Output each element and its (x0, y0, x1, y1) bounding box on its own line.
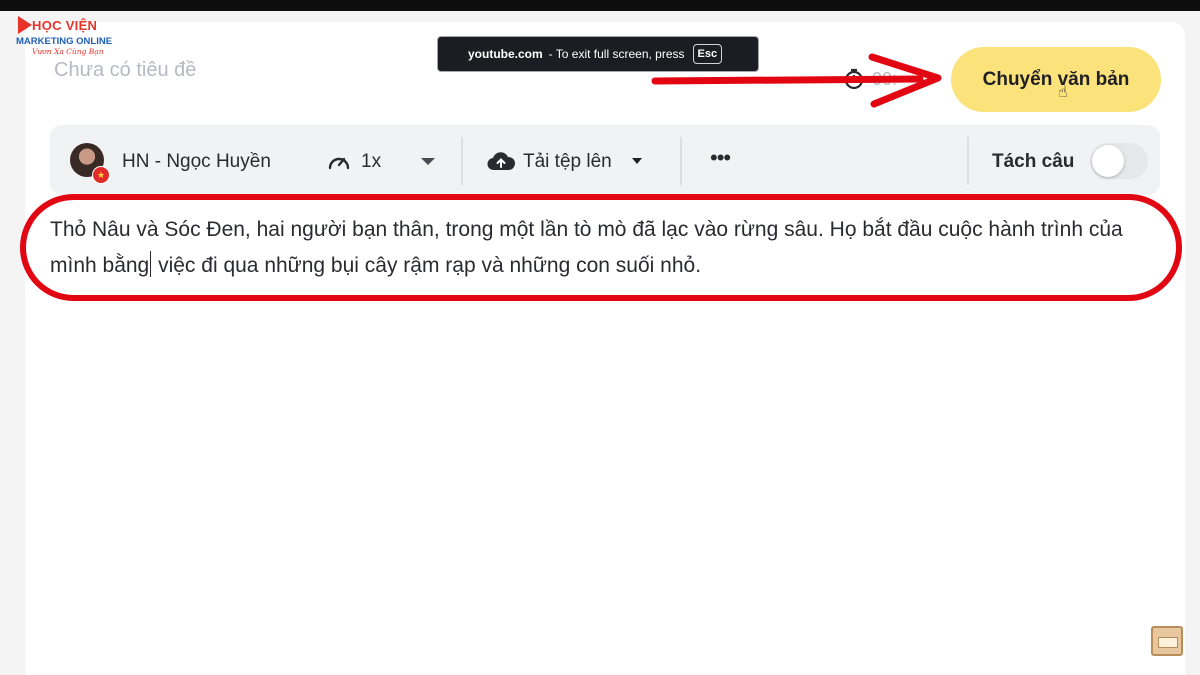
voice-selector[interactable]: HN - Ngọc Huyền (122, 151, 271, 173)
toolbar-divider (461, 137, 463, 185)
split-sentence-toggle[interactable] (1090, 143, 1148, 179)
speed-value[interactable]: 1x (361, 151, 381, 173)
cloud-upload-icon[interactable] (486, 150, 516, 177)
more-options-icon[interactable]: ••• (710, 145, 731, 171)
vietnam-flag-icon: ★ (92, 166, 110, 184)
chevron-down-icon[interactable] (421, 158, 435, 165)
toolbar-divider (680, 137, 682, 185)
toolbar-divider (967, 137, 969, 185)
red-arrow-annotation (651, 53, 942, 108)
upload-file-button[interactable]: Tải tệp lên (523, 151, 612, 173)
caret-down-icon[interactable] (632, 158, 642, 164)
speedometer-icon[interactable] (326, 150, 352, 179)
toggle-knob (1092, 145, 1124, 177)
split-sentence-label: Tách câu (992, 151, 1075, 172)
red-highlight-oval (20, 194, 1182, 301)
video-corner-thumbnail-icon[interactable] (1151, 626, 1183, 656)
